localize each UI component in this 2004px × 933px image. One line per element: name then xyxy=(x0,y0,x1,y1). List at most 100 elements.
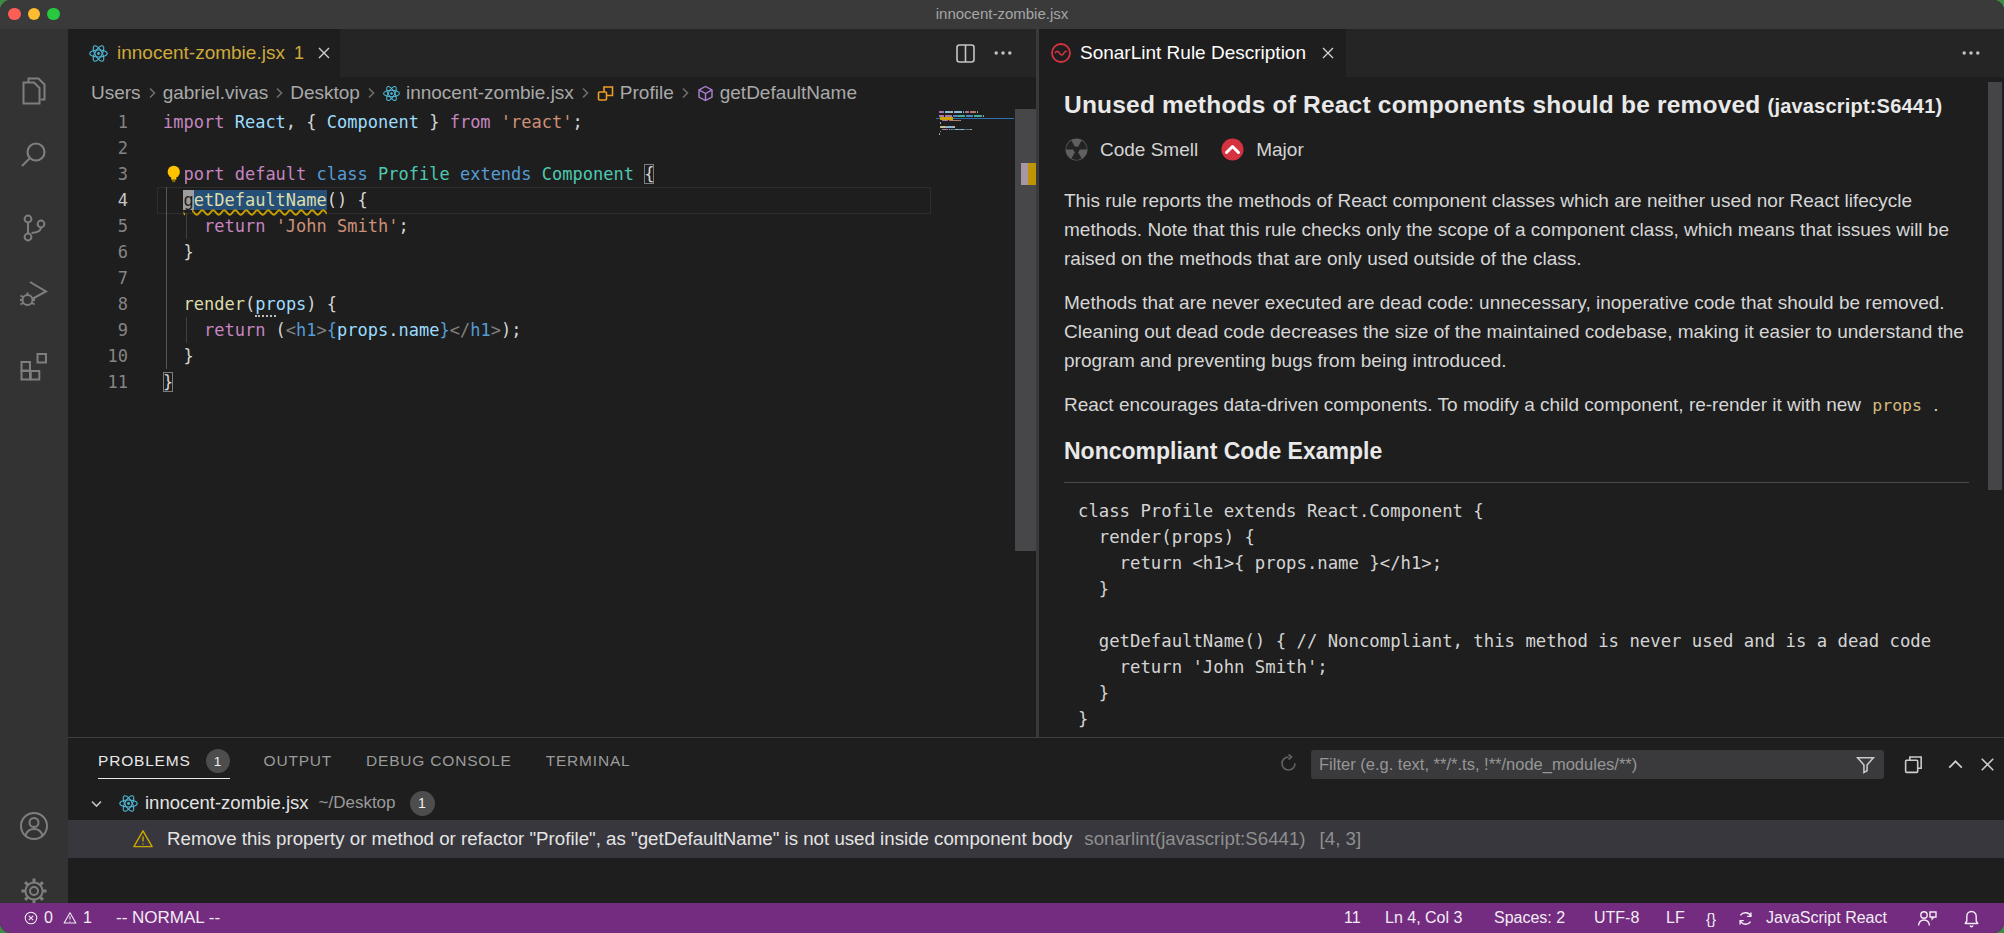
line-number: 4 xyxy=(68,187,128,213)
line-number: 5 xyxy=(68,213,128,239)
vscode-window: innocent-zombie.jsx xyxy=(0,0,2004,933)
explorer-icon[interactable] xyxy=(17,74,51,108)
run-and-debug-icon[interactable] xyxy=(17,276,51,310)
eol-status[interactable]: LF xyxy=(1666,903,1685,933)
code-line-6[interactable]: 6 } xyxy=(68,239,1036,265)
code-line-7[interactable]: 7 xyxy=(68,265,1036,291)
close-panel-icon[interactable] xyxy=(1977,754,1998,775)
refresh-icon[interactable] xyxy=(1278,753,1299,774)
account-icon[interactable] xyxy=(17,809,51,843)
problems-filter-input[interactable]: Filter (e.g. text, **/*.ts, !**/node_mod… xyxy=(1311,750,1884,779)
chevron-right-icon xyxy=(271,85,287,101)
error-icon xyxy=(24,911,38,925)
rule-title: Unused methods of React components shoul… xyxy=(1064,91,1969,119)
filter-funnel-icon xyxy=(1855,754,1876,775)
breadcrumb-desktop[interactable]: Desktop xyxy=(290,82,360,104)
notifications-bell-icon[interactable] xyxy=(1962,903,1981,933)
search-icon[interactable] xyxy=(17,138,51,172)
code-line-8[interactable]: 8 render(props) { xyxy=(68,291,1036,317)
breadcrumb-method[interactable]: getDefaultName xyxy=(696,82,857,104)
tab-close-icon[interactable] xyxy=(1320,45,1336,61)
breadcrumb-class[interactable]: Profile xyxy=(596,82,674,104)
overview-warning-marker xyxy=(1028,163,1036,185)
sync-icon[interactable] xyxy=(1737,903,1754,933)
problem-row[interactable]: Remove this property or method or refact… xyxy=(68,820,2004,858)
tab-sonarlint-rule-description[interactable]: SonarLint Rule Description xyxy=(1039,29,1346,77)
severity-major-icon xyxy=(1220,137,1245,162)
editor-scrollbar[interactable] xyxy=(1015,109,1036,737)
code-editor[interactable]: 1import React, { Component } from 'react… xyxy=(68,109,1036,737)
code-line-1[interactable]: 1import React, { Component } from 'react… xyxy=(68,109,1036,135)
overview-cursor-marker xyxy=(1021,163,1028,185)
problem-source: sonarlint(javascript:S6441) xyxy=(1084,828,1305,850)
extensions-icon[interactable] xyxy=(17,349,51,383)
chevron-right-icon xyxy=(363,85,379,101)
code-smell-icon xyxy=(1064,137,1089,162)
activity-bar xyxy=(0,29,68,903)
react-file-icon xyxy=(382,84,401,103)
problem-position: [4, 3] xyxy=(1320,828,1362,850)
chevron-right-icon xyxy=(577,85,593,101)
sonarlint-group: SonarLint Rule Description Unused method… xyxy=(1039,29,2004,737)
line-number: 2 xyxy=(68,135,128,161)
breadcrumb-file[interactable]: innocent-zombie.jsx xyxy=(382,82,574,104)
line-number: 9 xyxy=(68,317,128,343)
tab-close-icon[interactable] xyxy=(316,45,332,61)
code-line-4[interactable]: 4 getDefaultName() { xyxy=(68,187,1036,213)
cursor-position[interactable]: Ln 4, Col 3 xyxy=(1385,903,1462,933)
code-line-10[interactable]: 10 } xyxy=(68,343,1036,369)
react-file-icon xyxy=(118,793,139,814)
tab-innocent-zombie[interactable]: innocent-zombie.jsx 1 xyxy=(68,29,340,77)
language-mode[interactable]: JavaScript React xyxy=(1766,903,1887,933)
code-line-text: return 'John Smith'; xyxy=(163,213,409,239)
code-line-text: getDefaultName() { xyxy=(163,187,368,213)
code-line-11[interactable]: 11} xyxy=(68,369,1036,395)
line-number: 10 xyxy=(68,343,128,369)
problems-total[interactable]: 11 xyxy=(1344,903,1361,933)
sonarlint-actions xyxy=(1961,29,2004,77)
file-problems-badge: 1 xyxy=(410,791,435,816)
more-actions-icon[interactable] xyxy=(993,43,1013,63)
code-line-text: } xyxy=(163,343,194,369)
warning-icon xyxy=(132,828,154,850)
rule-severity-label: Major xyxy=(1256,139,1304,161)
indentation-status[interactable]: Spaces: 2 xyxy=(1494,903,1565,933)
lightbulb-icon[interactable] xyxy=(163,161,185,187)
code-line-9[interactable]: 9 return (<h1>{props.name}</h1>); xyxy=(68,317,1036,343)
split-editor-icon[interactable] xyxy=(955,43,976,64)
feedback-icon[interactable] xyxy=(1916,903,1938,933)
open-in-editor-icon[interactable] xyxy=(1903,754,1924,775)
react-file-icon xyxy=(88,43,109,64)
rule-paragraph: This rule reports the methods of React c… xyxy=(1064,186,1969,273)
tab-label: SonarLint Rule Description xyxy=(1080,42,1306,64)
code-line-2[interactable]: 2 xyxy=(68,135,1036,161)
divider xyxy=(1064,482,1969,483)
code-line-text: return (<h1>{props.name}</h1>); xyxy=(163,317,521,343)
problems-file-row[interactable]: innocent-zombie.jsx ~/Desktop 1 xyxy=(68,786,2004,820)
breadcrumbs: Users gabriel.vivas Desktop innocent-zom… xyxy=(68,77,1036,109)
maximize-panel-icon[interactable] xyxy=(1945,754,1966,775)
more-actions-icon[interactable] xyxy=(1961,43,1981,63)
symbol-method-icon xyxy=(696,84,715,103)
problems-status[interactable]: 0 1 xyxy=(24,903,92,933)
rule-meta: Code Smell Major xyxy=(1064,137,1969,162)
vim-mode-indicator[interactable]: -- NORMAL -- xyxy=(116,903,220,933)
minimap[interactable] xyxy=(936,109,1014,737)
breadcrumb-users[interactable]: Users xyxy=(91,82,141,104)
noncompliant-heading: Noncompliant Code Example xyxy=(1064,438,1969,465)
webview-scrollbar[interactable] xyxy=(1988,82,2002,490)
panel-actions: Filter (e.g. text, **/*.ts, !**/node_mod… xyxy=(68,738,2004,790)
code-line-5[interactable]: 5 return 'John Smith'; xyxy=(68,213,1036,239)
breadcrumb-user-folder[interactable]: gabriel.vivas xyxy=(163,82,269,104)
rule-paragraph: React encourages data-driven components.… xyxy=(1064,390,1969,420)
braces-icon[interactable]: {} xyxy=(1706,903,1716,933)
source-control-icon[interactable] xyxy=(17,211,51,245)
line-number: 3 xyxy=(68,161,128,187)
chevron-right-icon xyxy=(677,85,693,101)
code-line-text: import React, { Component } from 'react'… xyxy=(163,109,583,135)
problem-message: Remove this property or method or refact… xyxy=(167,828,1072,850)
line-number: 8 xyxy=(68,291,128,317)
encoding-status[interactable]: UTF-8 xyxy=(1594,903,1639,933)
code-line-3[interactable]: 3export default class Profile extends Co… xyxy=(68,161,1036,187)
chevron-down-icon[interactable] xyxy=(88,795,105,812)
